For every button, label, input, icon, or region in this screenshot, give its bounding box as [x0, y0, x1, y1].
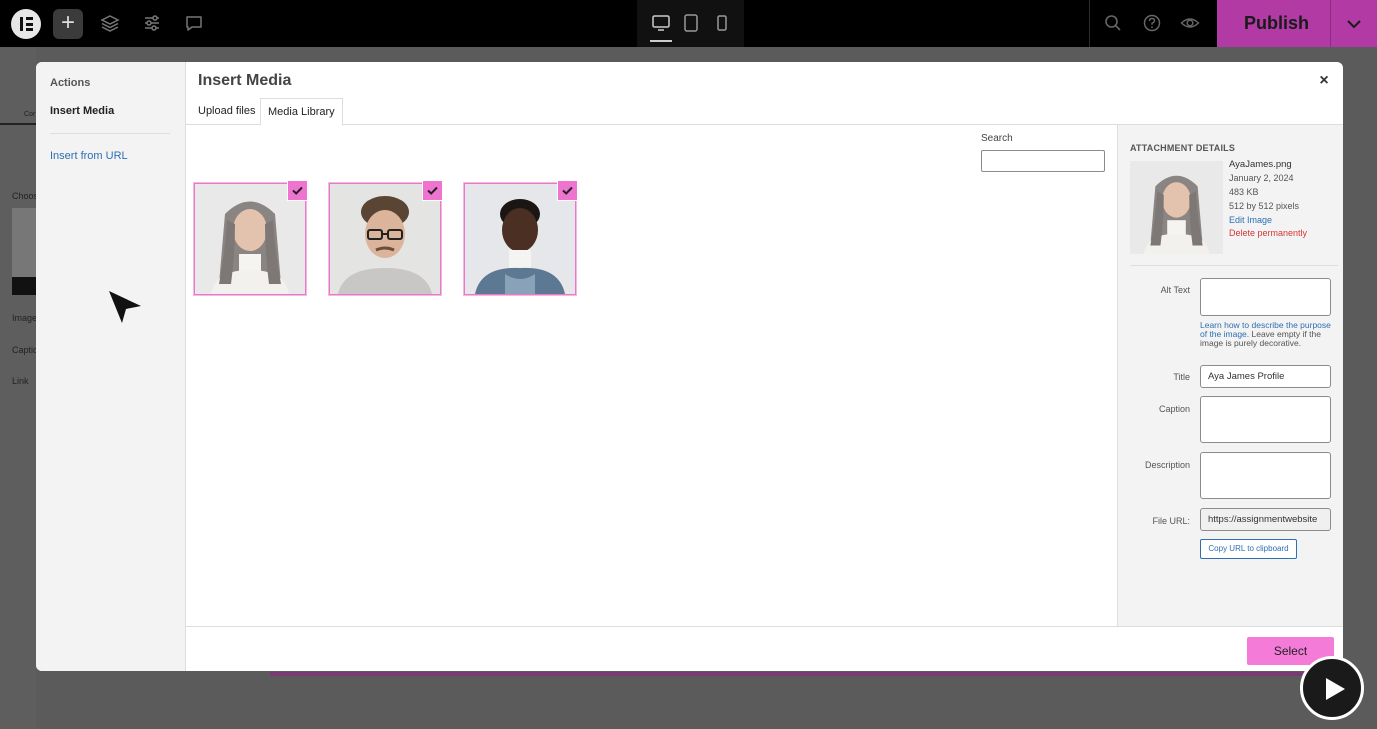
- details-separator: [1130, 265, 1338, 266]
- caption-field[interactable]: [1200, 396, 1331, 443]
- alt-text-label: Alt Text: [1160, 285, 1190, 295]
- attachment-details-panel: ATTACHMENT DETAILS AyaJames.png January …: [1117, 125, 1343, 626]
- search-label: Search: [981, 133, 1013, 144]
- attachment-date: January 2, 2024: [1229, 173, 1294, 183]
- sidebar-item-insert-from-url[interactable]: Insert from URL: [50, 150, 128, 162]
- description-label: Description: [1144, 460, 1190, 470]
- delete-permanently-link[interactable]: Delete permanently: [1229, 228, 1307, 238]
- close-icon[interactable]: ×: [1316, 72, 1332, 90]
- panel-caption-label: Captio: [12, 345, 39, 355]
- mouse-cursor-icon: [104, 288, 144, 328]
- file-url-field[interactable]: https://assignmentwebsite: [1200, 508, 1331, 531]
- attachment-details-heading: ATTACHMENT DETAILS: [1130, 143, 1236, 153]
- alt-text-help: Learn how to describe the purpose of the…: [1200, 321, 1332, 348]
- publish-separator: [1330, 0, 1331, 47]
- tablet-icon[interactable]: [680, 12, 702, 34]
- video-play-button[interactable]: [1300, 656, 1364, 720]
- canvas-accent-stripe: [270, 672, 1340, 676]
- play-icon: [1326, 678, 1345, 700]
- attachment-filename: AyaJames.png: [1229, 159, 1292, 170]
- toolbar-divider: [1089, 0, 1090, 47]
- publish-button[interactable]: Publish: [1217, 0, 1377, 47]
- mobile-icon[interactable]: [711, 12, 733, 34]
- modal-title: Insert Media: [198, 72, 292, 89]
- search-icon[interactable]: [1102, 12, 1124, 34]
- tab-media-library[interactable]: Media Library: [260, 98, 343, 126]
- checkmark-icon[interactable]: [287, 180, 308, 201]
- search-input[interactable]: [981, 150, 1105, 172]
- settings-sliders-icon[interactable]: [141, 12, 163, 34]
- panel-image-label: Image: [12, 313, 38, 323]
- add-element-button[interactable]: +: [53, 9, 83, 39]
- panel-image-preview-shade: [12, 277, 36, 295]
- editor-left-panel: Cor Choos Image Captio Link: [0, 47, 39, 729]
- panel-choose-label: Choos: [12, 191, 39, 201]
- panel-tab-label: Cor: [24, 111, 36, 118]
- title-label: Title: [1173, 372, 1190, 382]
- checkmark-icon[interactable]: [557, 180, 578, 201]
- modal-footer: Select: [186, 626, 1343, 671]
- attachment-dimensions: 512 by 512 pixels: [1229, 201, 1300, 211]
- editor-top-bar: + Publish: [0, 0, 1377, 47]
- file-url-label: File URL:: [1152, 516, 1190, 526]
- publish-label: Publish: [1244, 13, 1310, 33]
- attachment-size: 483 KB: [1229, 187, 1259, 197]
- media-tabs: Upload files Media Library: [186, 98, 1343, 126]
- device-switcher: [637, 0, 744, 47]
- alt-text-field[interactable]: [1200, 278, 1331, 316]
- panel-tab-underline: [0, 123, 36, 125]
- description-field[interactable]: [1200, 452, 1331, 499]
- comment-icon[interactable]: [183, 12, 205, 34]
- caption-label: Caption: [1158, 404, 1190, 414]
- chevron-down-icon[interactable]: [1344, 14, 1364, 34]
- edit-image-link[interactable]: Edit Image: [1229, 215, 1272, 225]
- copy-url-button[interactable]: Copy URL to clipboard: [1200, 539, 1297, 559]
- elementor-logo-icon[interactable]: [11, 9, 41, 39]
- layers-icon[interactable]: [99, 12, 121, 34]
- checkmark-icon[interactable]: [422, 180, 443, 201]
- tab-upload-files[interactable]: Upload files: [191, 98, 262, 125]
- title-field[interactable]: Aya James Profile: [1200, 365, 1331, 388]
- sidebar-heading: Actions: [50, 77, 91, 89]
- insert-media-modal: Actions Insert Media Insert from URL Ins…: [36, 62, 1343, 671]
- help-icon[interactable]: [1141, 12, 1163, 34]
- desktop-icon[interactable]: [650, 12, 672, 42]
- sidebar-separator: [50, 133, 170, 134]
- sidebar-item-insert-media[interactable]: Insert Media: [50, 105, 114, 117]
- modal-sidebar: Actions Insert Media Insert from URL: [36, 62, 186, 671]
- attachment-thumbnail: [1130, 161, 1223, 254]
- eye-icon[interactable]: [1179, 12, 1201, 34]
- panel-link-label: Link: [12, 376, 29, 386]
